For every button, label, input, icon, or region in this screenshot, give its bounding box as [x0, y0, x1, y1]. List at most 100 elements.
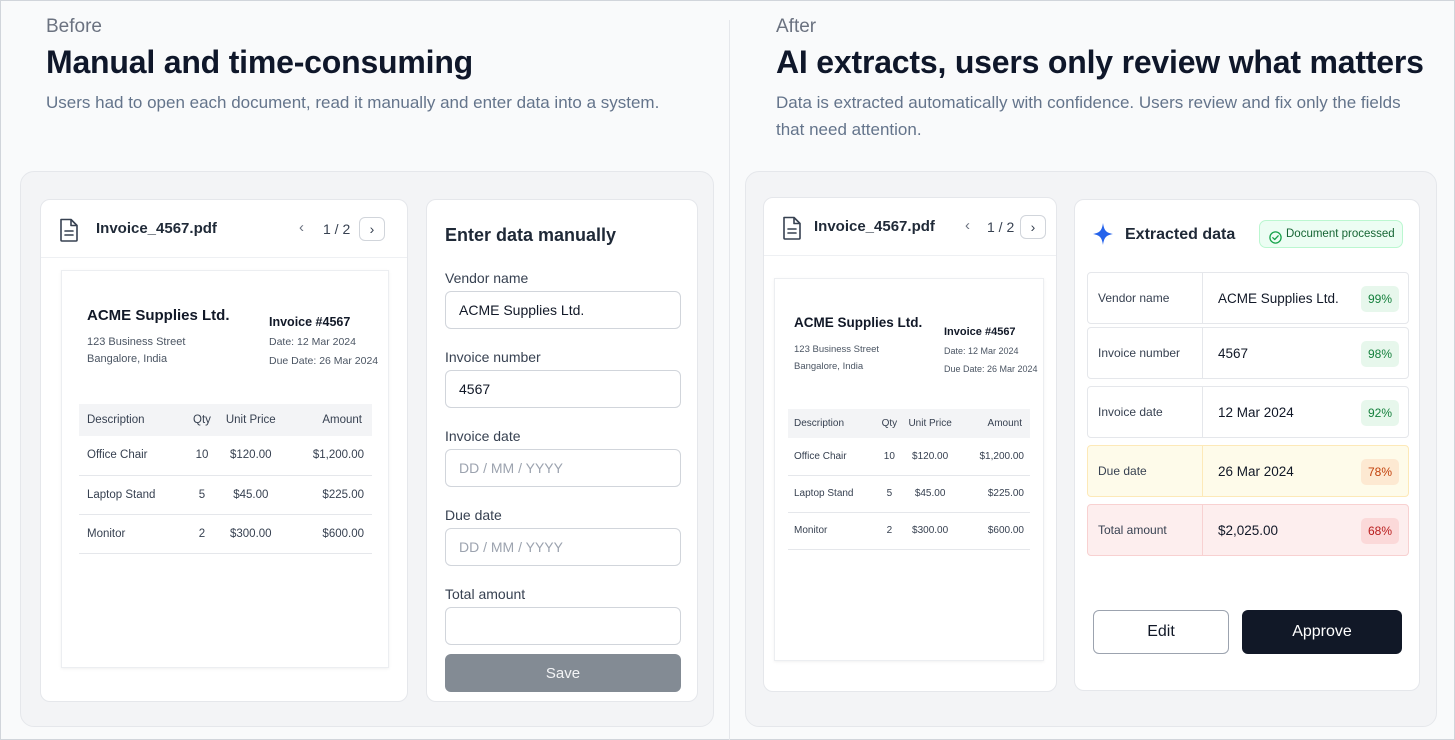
- field-label: Total amount: [1088, 505, 1203, 555]
- field-label: Invoice date: [1088, 387, 1203, 437]
- table-cell: $300.00: [900, 512, 961, 550]
- table-cell: $225.00: [286, 475, 372, 515]
- field-value[interactable]: 4567: [1218, 346, 1248, 361]
- after-stage: Invoice_4567.pdf ‹ 1 / 2 › ACME Supplies…: [745, 171, 1437, 727]
- edit-button[interactable]: Edit: [1093, 610, 1229, 654]
- vendor-name-field[interactable]: [445, 291, 681, 329]
- table-cell: $225.00: [960, 475, 1030, 513]
- extracted-row-vendor-name[interactable]: Vendor name ACME Supplies Ltd. 99%: [1087, 272, 1409, 324]
- table-cell: Monitor: [79, 514, 190, 554]
- invoice-date-field[interactable]: [445, 449, 681, 487]
- table-cell: $1,200.00: [286, 436, 372, 476]
- extracted-data-title: Extracted data: [1125, 226, 1236, 243]
- table-cell: Laptop Stand: [79, 475, 190, 515]
- total-amount-label: Total amount: [445, 586, 526, 602]
- table-cell: 2: [189, 514, 215, 554]
- chevron-left-icon[interactable]: ‹: [299, 219, 304, 236]
- field-value[interactable]: $2,025.00: [1218, 523, 1278, 538]
- column-header: Amount: [286, 404, 372, 436]
- due-date-field[interactable]: [445, 528, 681, 566]
- invoice-page: ACME Supplies Ltd. 123 Business Street B…: [774, 278, 1044, 661]
- chevron-left-icon[interactable]: ‹: [965, 217, 970, 234]
- total-amount-field[interactable]: [445, 607, 681, 645]
- invoice-due-date-text: Due Date: 26 Mar 2024: [269, 355, 379, 367]
- column-divider: [729, 20, 730, 740]
- table-cell: $45.00: [214, 475, 287, 515]
- chevron-right-icon[interactable]: ›: [359, 217, 385, 241]
- after-eyebrow: After: [776, 16, 817, 37]
- table-cell: $1,200.00: [960, 438, 1030, 476]
- invoice-vendor: ACME Supplies Ltd.: [794, 315, 923, 330]
- table-row: Monitor 2 $300.00 $600.00: [788, 512, 1030, 550]
- approve-button[interactable]: Approve: [1242, 610, 1402, 654]
- confidence-badge: 92%: [1361, 400, 1399, 426]
- file-name: Invoice_4567.pdf: [96, 220, 217, 237]
- table-row: Laptop Stand 5 $45.00 $225.00: [79, 475, 372, 515]
- chevron-right-icon[interactable]: ›: [1020, 215, 1046, 239]
- column-header: Qty: [878, 409, 901, 438]
- form-title: Enter data manually: [445, 225, 617, 245]
- table-cell: $600.00: [286, 514, 372, 554]
- column-header: Qty: [189, 404, 215, 436]
- invoice-number-label: Invoice number: [445, 349, 541, 365]
- file-icon: [782, 216, 802, 245]
- field-label: Due date: [1088, 446, 1203, 496]
- column-header: Description: [788, 409, 879, 438]
- field-label: Invoice number: [1088, 328, 1203, 378]
- save-button[interactable]: Save: [445, 654, 681, 692]
- invoice-address-2: Bangalore, India: [794, 361, 864, 372]
- page-indicator: 1 / 2: [987, 219, 1015, 235]
- table-row: Office Chair 10 $120.00 $1,200.00: [79, 436, 372, 476]
- invoice-address-2: Bangalore, India: [87, 353, 168, 365]
- table-cell: Office Chair: [788, 438, 879, 476]
- table-row: Office Chair 10 $120.00 $1,200.00: [788, 438, 1030, 476]
- confidence-badge: 78%: [1361, 459, 1399, 485]
- invoice-date-label: Invoice date: [445, 428, 521, 444]
- column-header: Amount: [960, 409, 1030, 438]
- before-headline: Manual and time-consuming: [46, 44, 474, 80]
- line-items-table: Description Qty Unit Price Amount Office…: [788, 409, 1030, 550]
- file-name: Invoice_4567.pdf: [814, 218, 935, 235]
- field-value[interactable]: 26 Mar 2024: [1218, 464, 1294, 479]
- field-value[interactable]: ACME Supplies Ltd.: [1218, 291, 1339, 306]
- field-label: Vendor name: [1088, 273, 1203, 323]
- invoice-date-text: Date: 12 Mar 2024: [944, 346, 1019, 356]
- table-cell: 10: [189, 436, 215, 476]
- after-headline: AI extracts, users only review what matt…: [776, 44, 1424, 80]
- status-badge-text: Document processed: [1286, 228, 1395, 240]
- before-eyebrow: Before: [46, 16, 102, 37]
- extracted-data-panel: Extracted data Document processed Vendor…: [1074, 199, 1420, 691]
- after-subtitle-line-1: Data is extracted automatically with con…: [776, 93, 1401, 112]
- file-icon: [59, 218, 79, 247]
- extracted-row-invoice-date[interactable]: Invoice date 12 Mar 2024 92%: [1087, 386, 1409, 438]
- table-cell: Laptop Stand: [788, 475, 879, 513]
- extracted-row-total-amount[interactable]: Total amount $2,025.00 68%: [1087, 504, 1409, 556]
- table-header-row: Description Qty Unit Price Amount: [788, 409, 1030, 438]
- viewer-toolbar-after: Invoice_4567.pdf ‹ 1 / 2 ›: [764, 198, 1056, 256]
- table-cell: $120.00: [900, 438, 961, 476]
- table-cell: 5: [878, 475, 901, 513]
- column-header: Unit Price: [900, 409, 961, 438]
- before-header: Before Manual and time-consuming Users h…: [46, 16, 716, 116]
- column-header: Unit Price: [214, 404, 287, 436]
- confidence-badge: 68%: [1361, 518, 1399, 544]
- after-header: After AI extracts, users only review wha…: [776, 16, 1436, 143]
- vendor-name-label: Vendor name: [445, 270, 529, 286]
- field-value[interactable]: 12 Mar 2024: [1218, 405, 1294, 420]
- table-cell: Office Chair: [79, 436, 190, 476]
- page-indicator: 1 / 2: [323, 221, 351, 237]
- table-cell: Monitor: [788, 512, 879, 550]
- invoice-number-text: Invoice #4567: [944, 326, 1016, 338]
- confidence-badge: 99%: [1361, 286, 1399, 312]
- table-header-row: Description Qty Unit Price Amount: [79, 404, 372, 436]
- confidence-badge: 98%: [1361, 341, 1399, 367]
- invoice-address-1: 123 Business Street: [87, 336, 186, 348]
- extracted-row-due-date[interactable]: Due date 26 Mar 2024 78%: [1087, 445, 1409, 497]
- invoice-number-field[interactable]: [445, 370, 681, 408]
- before-stage: Invoice_4567.pdf ‹ 1 / 2 › ACME Supplies…: [20, 171, 714, 727]
- check-circle-icon: [1269, 228, 1282, 254]
- extracted-row-invoice-number[interactable]: Invoice number 4567 98%: [1087, 327, 1409, 379]
- invoice-vendor: ACME Supplies Ltd.: [87, 307, 230, 324]
- invoice-date-text: Date: 12 Mar 2024: [269, 336, 356, 348]
- table-cell: $300.00: [214, 514, 287, 554]
